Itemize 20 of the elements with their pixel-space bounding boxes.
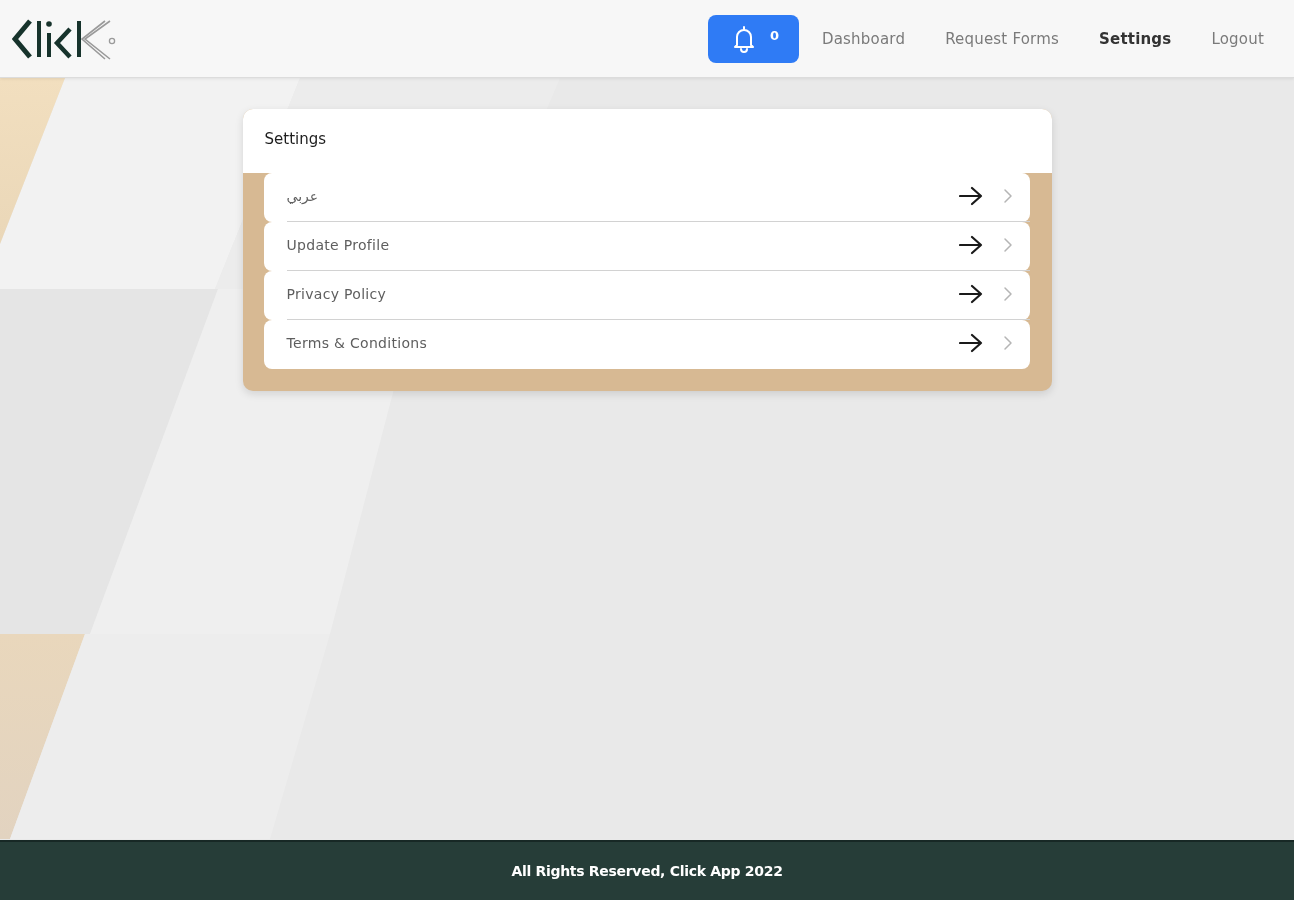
nav-link[interactable]: Settings xyxy=(1099,29,1172,48)
nav-link[interactable]: Logout xyxy=(1211,29,1264,48)
arrow-right-icon xyxy=(958,333,983,353)
nav-link[interactable]: Request Forms xyxy=(945,29,1060,48)
chevron-right-icon xyxy=(1002,237,1013,253)
chevron-right-icon xyxy=(1002,286,1013,302)
settings-item[interactable]: Update Profile xyxy=(263,222,1030,271)
chevron-right-icon xyxy=(1002,335,1013,351)
arrow-right-icon xyxy=(958,186,983,206)
settings-item[interactable]: Terms & Conditions xyxy=(263,320,1030,369)
copyright-text: All Rights Reserved, Click App 2022 xyxy=(511,863,783,879)
settings-item[interactable]: Privacy Policy xyxy=(263,271,1030,320)
settings-item[interactable]: عربي xyxy=(263,173,1030,222)
chevron-right-icon xyxy=(1002,188,1013,204)
arrow-right-icon xyxy=(958,235,983,255)
bell-icon xyxy=(731,24,756,53)
arrow-right-icon xyxy=(958,284,983,304)
notifications-button[interactable]: 0 xyxy=(707,14,799,63)
card-title: Settings xyxy=(264,130,327,148)
nav-link[interactable]: Dashboard xyxy=(821,29,906,48)
